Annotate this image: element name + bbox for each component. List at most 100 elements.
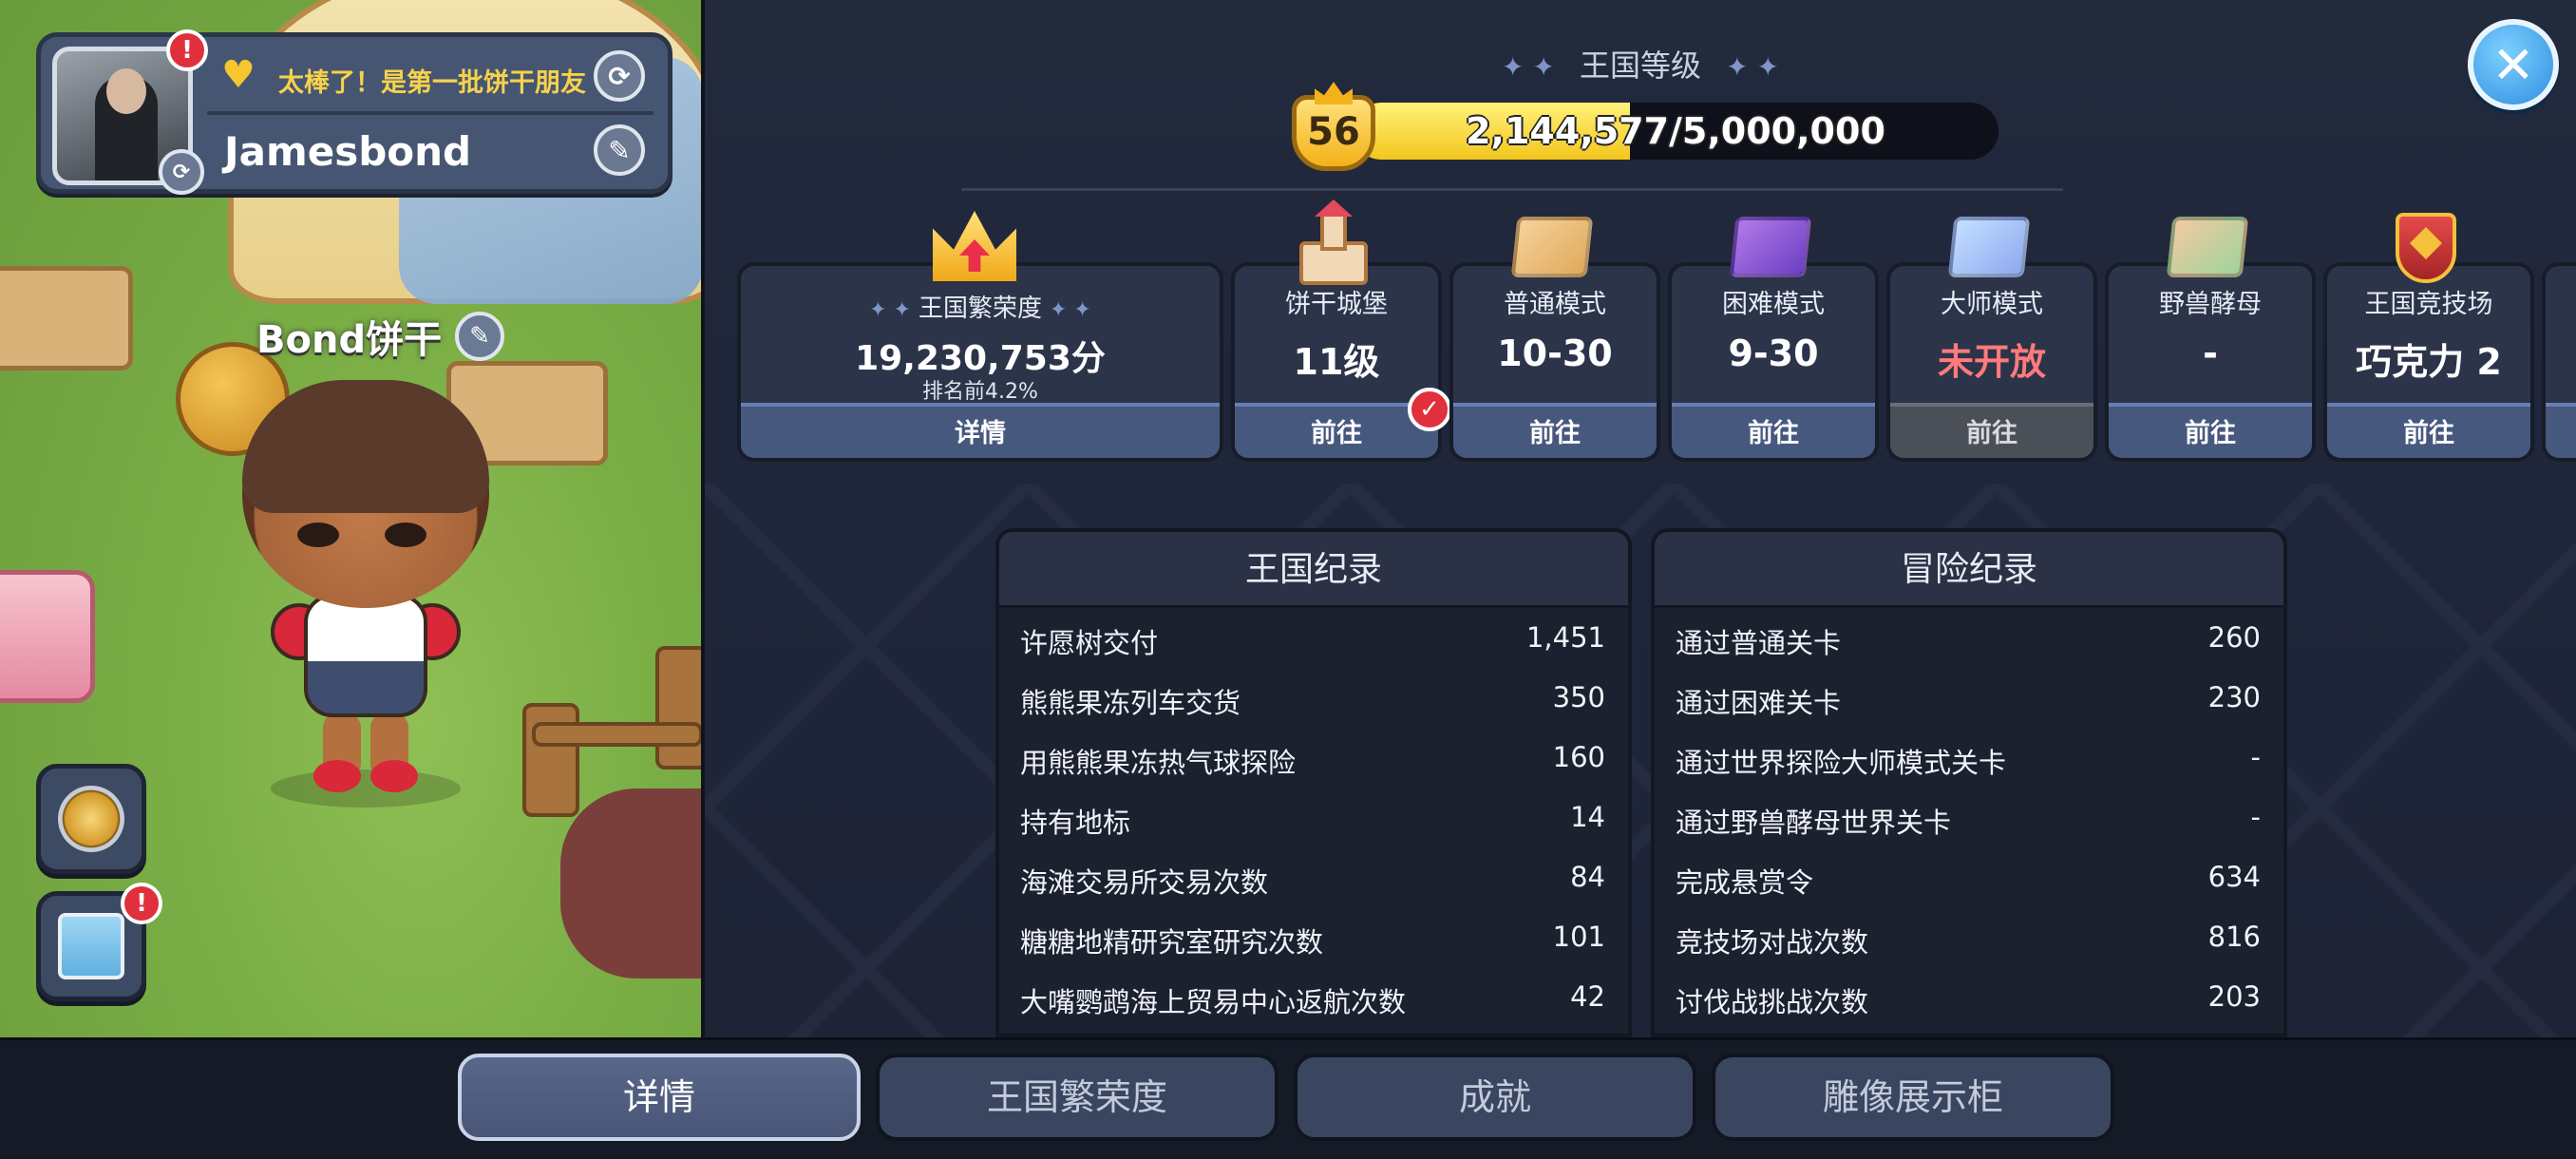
record-value: 42 (1570, 980, 1605, 1013)
medal-icon (58, 786, 124, 852)
record-label: 通过世界探险大师模式关卡 (1676, 747, 2007, 779)
soil-decoration (560, 788, 701, 978)
tab-details[interactable]: 详情 (458, 1054, 861, 1141)
exp-text: 2,144,577/5,000,000 (1466, 110, 1885, 152)
divider (961, 188, 2063, 191)
adventure-record-list[interactable]: 通过普通关卡 260 通过困难关卡 230 通过世界探险大师模式关卡 - 通过野兽酵母世界关… (1655, 608, 2283, 1027)
record-row: 海滩交易所交易次数 84 (999, 847, 1628, 907)
cookie-name-tag: Bond饼干 ✎ (256, 309, 505, 364)
bottom-tab-bar: 详情 王国繁荣度 成就 雕像展示柜 (0, 1037, 2576, 1159)
profile-message: 太棒了！是第一批饼干朋友 (278, 68, 586, 98)
record-value: 1,451 (1525, 621, 1605, 654)
record-value: 634 (2207, 861, 2261, 893)
refresh-icon: ⟳ (172, 160, 191, 184)
prosperity-details-button[interactable]: 详情 (741, 403, 1220, 458)
record-value: 101 (1552, 921, 1605, 953)
change-avatar-button[interactable]: ⟳ (159, 149, 204, 195)
record-value: 350 (1552, 681, 1605, 713)
cookie-portrait-icon (58, 913, 124, 979)
record-row: 糖糖地精研究室研究次数 101 (999, 907, 1628, 967)
change-message-button[interactable]: ⟳ (594, 50, 645, 102)
medal-button[interactable] (36, 764, 146, 874)
edit-name-button[interactable]: ✎ (594, 124, 645, 176)
close-icon: ✕ (2491, 34, 2535, 95)
adventure-record-title: 冒险纪录 (1655, 532, 2283, 608)
card-value: 巧克力 2 (2356, 341, 2502, 383)
record-label: 用熊熊果冻热气球探险 (1020, 747, 1297, 779)
record-label: 讨伐战挑战次数 (1676, 986, 1869, 1018)
kingdom-level-number: 56 (1307, 110, 1360, 154)
record-label: 海滩交易所交易次数 (1020, 866, 1269, 899)
record-label: 通过普通关卡 (1676, 627, 1842, 659)
pencil-icon: ✎ (469, 322, 490, 351)
sparkle-icon: ✦ ✦ (869, 298, 911, 322)
sparkle-icon: ✦ ✦ (1050, 298, 1091, 322)
prosperity-rank: 排名前4.2% (922, 380, 1038, 404)
player-name: Jamesbond (224, 128, 472, 175)
card-footer (2546, 403, 2576, 458)
card-value: 9-30 (1728, 332, 1819, 374)
card-value: 未开放 (1937, 341, 2046, 383)
alert-badge: ! (121, 883, 162, 924)
tab-statue-showcase[interactable]: 雕像展示柜 (1712, 1054, 2114, 1141)
record-label: 许愿树交付 (1020, 627, 1159, 659)
sparkle-icon: ✦ ✦ (1726, 51, 1779, 83)
master-mode-goto-button[interactable]: 前往 (1890, 403, 2093, 458)
kingdom-record-list[interactable]: 许愿树交付 1,451 熊熊果冻列车交货 350 用熊熊果冻热气球探险 160 持有地标 14… (999, 608, 1628, 1027)
cookie-gallery-button[interactable]: ! (36, 883, 162, 1001)
record-row: 许愿树交付 1,451 (999, 608, 1628, 668)
prosperity-value: 19,230,753分 (855, 339, 1106, 378)
record-row: 用熊熊果冻热气球探险 160 (999, 728, 1628, 788)
record-label: 通过野兽酵母世界关卡 (1676, 807, 1952, 839)
fence-decoration (532, 722, 701, 747)
crown-icon (1315, 82, 1353, 104)
record-label: 大嘴鹦鹉海上贸易中心返航次数 (1020, 986, 1407, 1018)
arena-badge-icon (2378, 207, 2473, 293)
castle-icon (1286, 200, 1381, 293)
hard-mode-goto-button[interactable]: 前往 (1672, 403, 1875, 458)
fence-decoration (655, 646, 701, 770)
map-hard-icon (1723, 207, 1818, 293)
record-value: - (2250, 741, 2261, 773)
record-label: 通过困难关卡 (1676, 687, 1842, 719)
record-label: 熊熊果冻列车交货 (1020, 687, 1241, 719)
record-value: 260 (2207, 621, 2261, 654)
sparkle-icon: ✦ ✦ (1501, 51, 1555, 83)
record-value: 230 (2207, 681, 2261, 713)
card-value: 11级 (1293, 341, 1380, 383)
record-row: 竞技场对战次数 816 (1655, 907, 2283, 967)
kingdom-record-panel: 王国纪录 许愿树交付 1,451 熊熊果冻列车交货 350 用熊熊果冻热气球探险 160 持… (995, 528, 1632, 1037)
card-value: - (2203, 332, 2218, 374)
close-button[interactable]: ✕ (2468, 19, 2559, 110)
record-label: 完成悬赏令 (1676, 866, 1814, 899)
record-row: 大嘴鹦鹉海上贸易中心返航次数 42 (999, 967, 1628, 1027)
cookie-name: Bond饼干 (256, 318, 443, 362)
normal-mode-goto-button[interactable]: 前往 (1453, 403, 1657, 458)
map-beast-icon (2160, 207, 2255, 293)
tab-prosperity[interactable]: 王国繁荣度 (876, 1054, 1279, 1141)
record-value: 816 (2207, 921, 2261, 953)
prosperity-card: ✦ ✦ 王国繁荣度 ✦ ✦ 19,230,753分 排名前4.2% 详情 (737, 262, 1223, 462)
tab-achievements[interactable]: 成就 (1294, 1054, 1696, 1141)
record-value: 203 (2207, 980, 2261, 1013)
rename-cookie-button[interactable]: ✎ (455, 312, 505, 361)
record-value: 14 (1570, 801, 1605, 833)
map-master-icon (1941, 207, 2036, 293)
prosperity-label: ✦ ✦ 王国繁荣度 ✦ ✦ (869, 294, 1091, 323)
check-badge-icon: ✓ (1408, 388, 1451, 431)
kingdom-arena-goto-button[interactable]: 前往 (2327, 403, 2530, 458)
record-row: 熊熊果冻列车交货 350 (999, 668, 1628, 728)
kingdom-level-badge: 56 (1286, 82, 1381, 177)
refresh-icon: ⟳ (608, 60, 631, 92)
record-label: 竞技场对战次数 (1676, 926, 1869, 959)
record-row: 持有地标 14 (999, 788, 1628, 847)
adventure-record-panel: 冒险纪录 通过普通关卡 260 通过困难关卡 230 通过世界探险大师模式关卡 - 通过野兽… (1651, 528, 2287, 1037)
beast-yeast-goto-button[interactable]: 前往 (2109, 403, 2312, 458)
record-row: 完成悬赏令 634 (1655, 847, 2283, 907)
pencil-icon: ✎ (608, 134, 631, 166)
record-value: - (2250, 801, 2261, 833)
alert-badge: ! (166, 29, 208, 71)
cookie-character[interactable] (242, 380, 489, 808)
record-label: 持有地标 (1020, 807, 1131, 839)
record-row: 通过野兽酵母世界关卡 - (1655, 788, 2283, 847)
